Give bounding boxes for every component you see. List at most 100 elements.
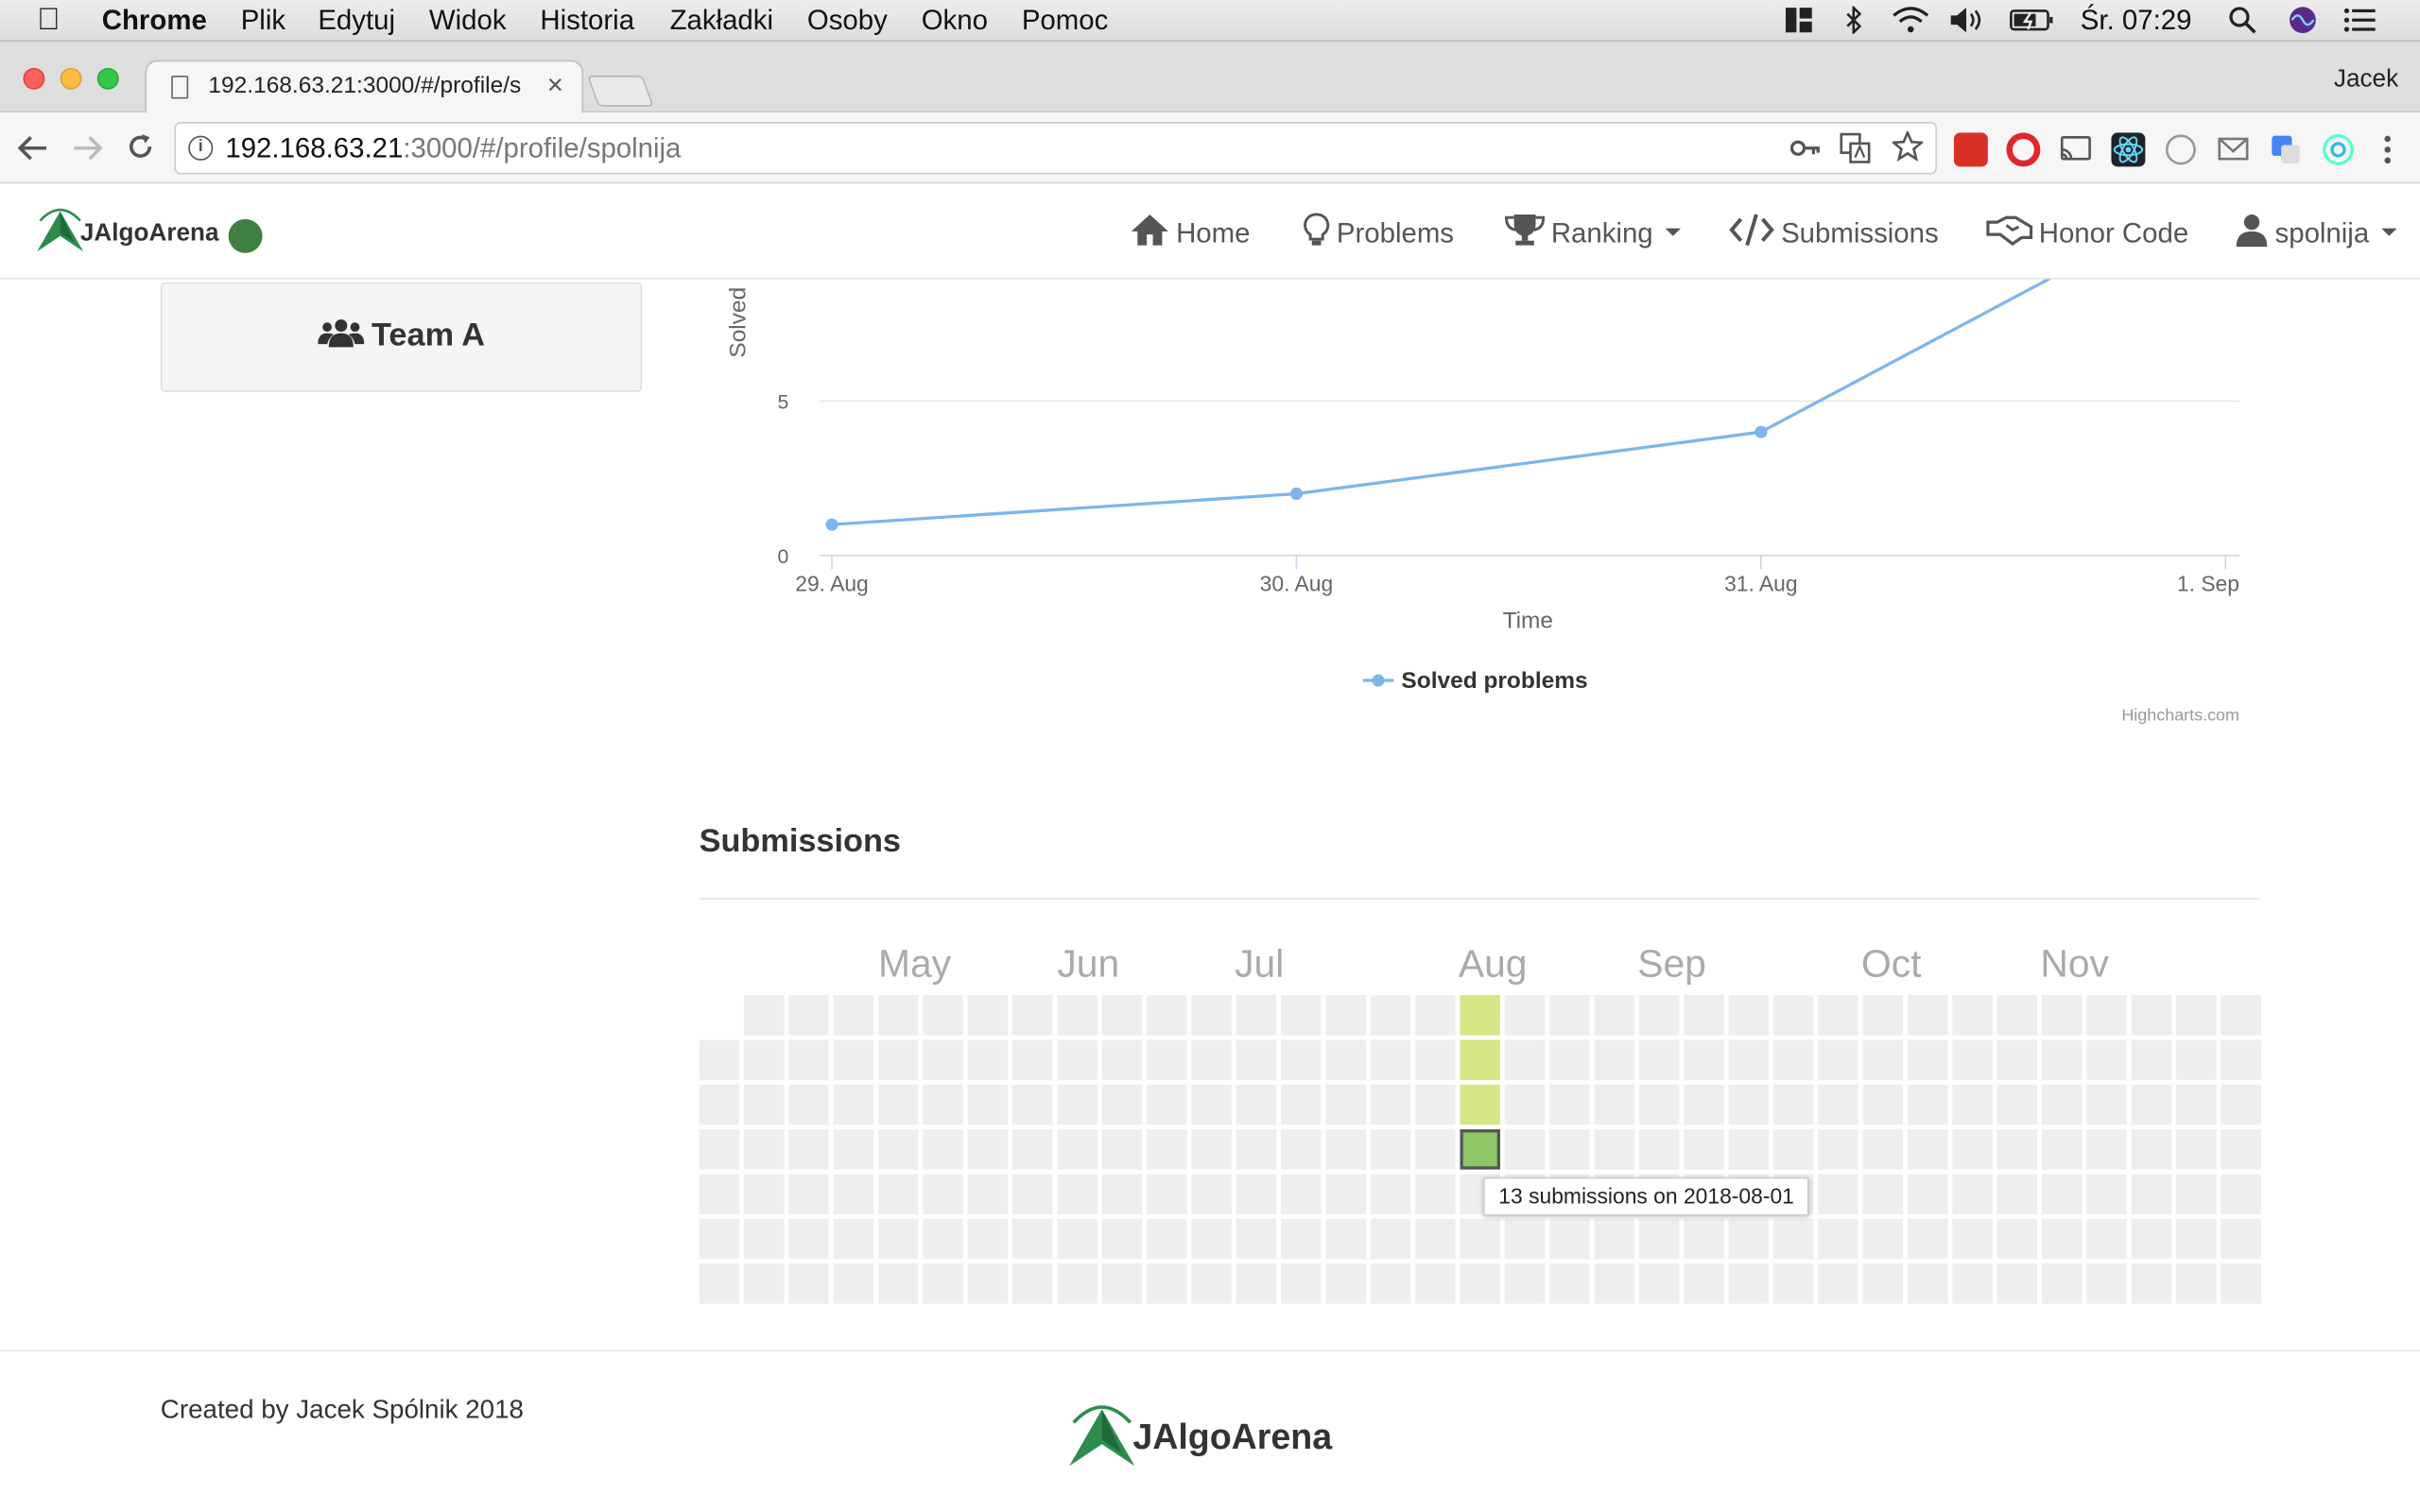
heatmap-day-cell[interactable]	[1907, 1218, 1948, 1260]
heatmap-day-cell[interactable]	[699, 1040, 740, 1080]
heatmap-day-cell[interactable]	[2086, 995, 2127, 1036]
heatmap-day-cell[interactable]	[1907, 995, 1948, 1036]
heatmap-day-cell[interactable]	[1415, 1129, 1456, 1170]
heatmap-day-cell[interactable]	[1594, 1129, 1634, 1170]
spotlight-search-icon[interactable]	[2227, 7, 2258, 34]
heatmap-day-cell[interactable]	[1147, 1174, 1187, 1214]
heatmap-day-cell[interactable]	[743, 995, 785, 1036]
menu-osoby[interactable]: Osoby	[807, 5, 888, 37]
menu-pomoc[interactable]: Pomoc	[1022, 5, 1108, 37]
heatmap-day-cell[interactable]	[1594, 1263, 1634, 1304]
chrome-menu-icon[interactable]	[2371, 132, 2405, 166]
heatmap-day-cell[interactable]	[2176, 1174, 2217, 1214]
heatmap-day-cell[interactable]	[1415, 995, 1456, 1036]
heatmap-day-cell[interactable]	[2086, 1218, 2127, 1260]
brand-logo[interactable]: JAlgoArena	[34, 205, 219, 259]
heatmap-day-cell[interactable]	[1996, 1084, 2038, 1125]
heatmap-day-cell[interactable]	[1012, 1084, 1053, 1125]
heatmap-day-cell[interactable]	[1772, 1040, 1814, 1080]
heatmap-day-cell[interactable]	[1101, 1174, 1143, 1214]
heatmap-day-cell[interactable]	[1012, 1218, 1053, 1260]
heatmap-day-cell[interactable]	[1147, 995, 1187, 1036]
legend-series-name[interactable]: Solved problems	[1401, 668, 1587, 694]
heatmap-day-cell[interactable]	[1952, 1218, 1993, 1260]
menu-widok[interactable]: Widok	[429, 5, 507, 37]
wifi-icon[interactable]	[1891, 7, 1930, 34]
minimize-window-button[interactable]	[60, 67, 82, 90]
heatmap-day-cell[interactable]	[1549, 995, 1590, 1036]
heatmap-day-cell[interactable]	[1460, 1084, 1500, 1125]
heatmap-day-cell[interactable]	[1147, 1263, 1187, 1304]
heatmap-day-cell[interactable]	[1281, 1084, 1322, 1125]
heatmap-day-cell[interactable]	[1862, 1174, 1904, 1214]
heatmap-day-cell[interactable]	[1012, 1129, 1053, 1170]
heatmap-day-cell[interactable]	[2041, 1129, 2083, 1170]
heatmap-day-cell[interactable]	[788, 1174, 829, 1214]
heatmap-day-cell[interactable]	[877, 995, 919, 1036]
heatmap-day-cell[interactable]	[967, 1129, 1009, 1170]
heatmap-day-cell[interactable]	[1772, 1263, 1814, 1304]
heatmap-day-cell[interactable]	[1684, 1084, 1724, 1125]
heatmap-day-cell[interactable]	[1818, 995, 1858, 1036]
heatmap-day-cell[interactable]	[1147, 1084, 1187, 1125]
heatmap-day-cell[interactable]	[1281, 995, 1322, 1036]
volume-icon[interactable]	[1947, 7, 1987, 34]
heatmap-day-cell[interactable]	[833, 995, 874, 1036]
heatmap-day-cell[interactable]	[1907, 1129, 1948, 1170]
heatmap-day-cell[interactable]	[2131, 1174, 2172, 1214]
heatmap-day-cell[interactable]	[1728, 1040, 1770, 1080]
browser-tab-active[interactable]: 192.168.63.21:3000/#/profile/s ×	[145, 60, 584, 114]
heatmap-day-cell[interactable]	[1996, 1040, 2038, 1080]
cast-icon[interactable]	[2059, 132, 2093, 166]
heatmap-day-cell[interactable]	[2221, 1129, 2261, 1170]
heatmap-day-cell[interactable]	[833, 1174, 874, 1214]
heatmap-day-cell[interactable]	[699, 1218, 740, 1260]
heatmap-day-cell[interactable]	[1549, 1263, 1590, 1304]
heatmap-day-cell[interactable]	[1549, 1084, 1590, 1125]
extension-opera-icon[interactable]	[2006, 132, 2041, 167]
heatmap-day-cell[interactable]	[1684, 1263, 1724, 1304]
heatmap-day-cell[interactable]	[1862, 1218, 1904, 1260]
heatmap-day-cell[interactable]	[877, 1129, 919, 1170]
window-layout-icon[interactable]	[1784, 7, 1815, 34]
heatmap-day-cell[interactable]	[2131, 995, 2172, 1036]
heatmap-day-cell[interactable]	[788, 1084, 829, 1125]
heatmap-day-cell[interactable]	[1101, 1263, 1143, 1304]
heatmap-day-cell[interactable]	[1147, 1040, 1187, 1080]
browser-profile-name[interactable]: Jacek	[2334, 66, 2398, 94]
heatmap-day-cell[interactable]	[2221, 1218, 2261, 1260]
heatmap-day-cell[interactable]	[1325, 1218, 1366, 1260]
heatmap-day-cell[interactable]	[743, 1040, 785, 1080]
extension-mail-icon[interactable]	[2216, 132, 2250, 166]
heatmap-day-cell[interactable]	[1460, 1218, 1500, 1260]
heatmap-day-cell[interactable]	[923, 1040, 963, 1080]
heatmap-day-cell[interactable]	[1191, 995, 1232, 1036]
heatmap-day-cell[interactable]	[2131, 1084, 2172, 1125]
heatmap-day-cell[interactable]	[788, 995, 829, 1036]
heatmap-day-cell[interactable]	[1057, 1263, 1098, 1304]
heatmap-day-cell[interactable]	[833, 1129, 874, 1170]
heatmap-day-cell[interactable]	[1236, 1174, 1277, 1214]
heatmap-day-cell[interactable]	[877, 1218, 919, 1260]
heatmap-day-cell[interactable]	[923, 1263, 963, 1304]
heatmap-day-cell[interactable]	[1818, 1174, 1858, 1214]
nav-home[interactable]: Home	[1130, 213, 1250, 249]
heatmap-day-cell[interactable]	[833, 1040, 874, 1080]
heatmap-day-cell[interactable]	[967, 1040, 1009, 1080]
heatmap-day-cell[interactable]	[1728, 1084, 1770, 1125]
heatmap-day-cell[interactable]	[1415, 1084, 1456, 1125]
heatmap-day-cell[interactable]	[1684, 1040, 1724, 1080]
heatmap-day-cell[interactable]	[1236, 1129, 1277, 1170]
heatmap-day-cell[interactable]	[1101, 1218, 1143, 1260]
heatmap-day-cell[interactable]	[1504, 1129, 1546, 1170]
translate-icon[interactable]	[1840, 132, 1871, 163]
heatmap-day-cell[interactable]	[1772, 1129, 1814, 1170]
nav-problems[interactable]: Problems	[1303, 213, 1454, 249]
heatmap-day-cell[interactable]	[1012, 1263, 1053, 1304]
bluetooth-icon[interactable]	[1838, 6, 1869, 34]
heatmap-day-cell[interactable]	[1281, 1218, 1322, 1260]
heatmap-day-cell[interactable]	[1236, 1084, 1277, 1125]
heatmap-day-cell[interactable]	[967, 1218, 1009, 1260]
heatmap-day-cell[interactable]	[1101, 995, 1143, 1036]
heatmap-day-cell[interactable]	[1504, 995, 1546, 1036]
